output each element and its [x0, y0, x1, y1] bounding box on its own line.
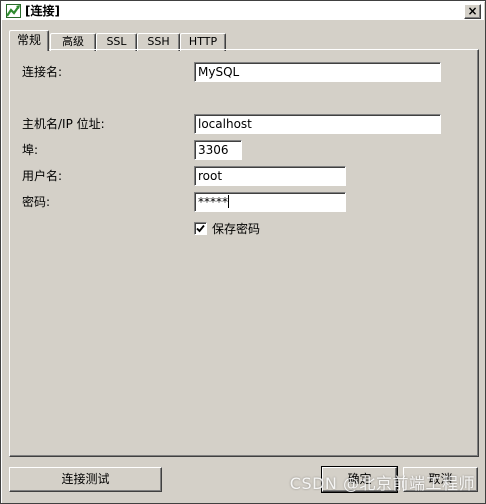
text-cursor: [228, 195, 229, 208]
app-icon: [6, 4, 21, 18]
username-input[interactable]: root: [194, 166, 346, 186]
save-password-label[interactable]: 保存密码: [212, 222, 260, 236]
close-icon: ×: [467, 4, 478, 18]
host-label: 主机名/IP 位址:: [22, 117, 105, 131]
port-label: 埠:: [22, 143, 39, 157]
window-title: [连接]: [25, 4, 60, 18]
password-value: *****: [198, 195, 228, 209]
password-label: 密码:: [22, 195, 51, 209]
close-button[interactable]: ×: [464, 4, 481, 19]
port-input[interactable]: 3306: [194, 140, 242, 160]
test-connection-button[interactable]: 连接测试: [9, 467, 162, 492]
tab-strip: 常规 高级 SSL SSH HTTP: [9, 30, 479, 51]
title-bar[interactable]: [连接] ×: [2, 2, 484, 21]
host-input[interactable]: localhost: [194, 114, 441, 134]
checkmark-icon: [196, 224, 205, 233]
connection-dialog: [连接] × 常规 高级 SSL SSH HTTP 连接名: MySQL 主机名…: [0, 0, 486, 504]
password-input[interactable]: *****: [194, 192, 346, 212]
connection-name-input[interactable]: MySQL: [194, 62, 441, 82]
username-label: 用户名:: [22, 169, 63, 183]
tab-general[interactable]: 常规: [9, 30, 49, 51]
watermark: CSDN @北京前端工程师: [289, 474, 475, 493]
save-password-checkbox[interactable]: [194, 222, 207, 235]
general-tab-panel: [9, 49, 479, 457]
connection-name-label: 连接名:: [22, 65, 63, 79]
